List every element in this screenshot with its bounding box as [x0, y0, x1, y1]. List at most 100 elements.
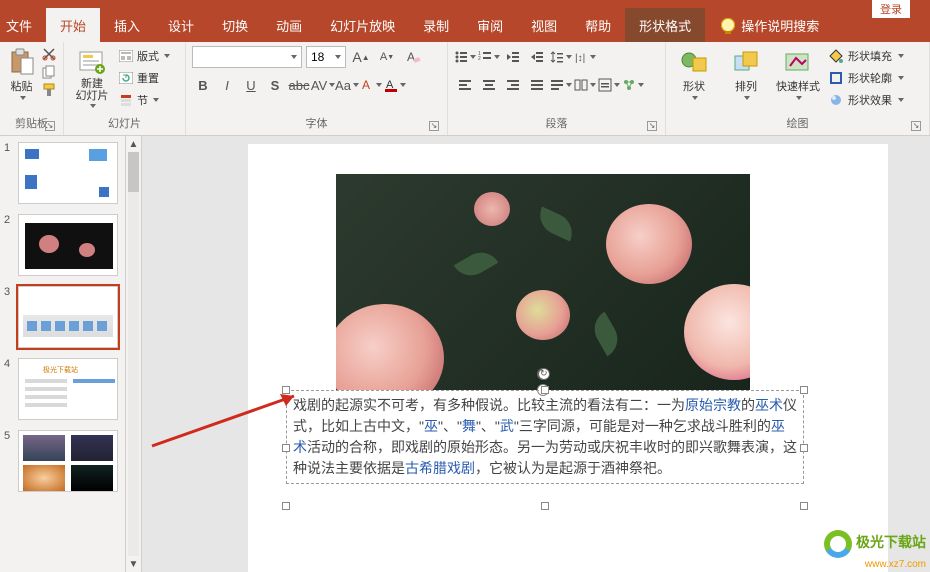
cut-icon[interactable]: [41, 46, 57, 62]
bullets-button[interactable]: [454, 46, 476, 68]
arrange-button[interactable]: 排列: [724, 46, 768, 100]
increase-indent-button[interactable]: [526, 46, 548, 68]
tab-shape-format[interactable]: 形状格式: [625, 8, 705, 42]
dialog-launcher-icon[interactable]: ↘: [429, 121, 439, 131]
format-painter-icon[interactable]: [41, 82, 57, 98]
slide-thumb-3[interactable]: [18, 286, 118, 348]
slide-canvas[interactable]: 戏剧的起源实不可考，有多种假说。比较主流的看法有二：一为原始宗教的巫术仪式，比如…: [142, 136, 930, 572]
slide-thumb-4[interactable]: 极光下载站: [18, 358, 118, 420]
slide-thumb-5[interactable]: [18, 430, 118, 492]
char-spacing-button[interactable]: AV: [312, 74, 334, 96]
decrease-font-icon[interactable]: A▼: [376, 46, 398, 68]
section-button[interactable]: 节: [118, 90, 170, 110]
link-wushu[interactable]: 巫术: [755, 397, 783, 413]
shape-fill-button[interactable]: 形状填充: [828, 46, 904, 66]
increase-font-icon[interactable]: A▲: [350, 46, 372, 68]
reset-button[interactable]: 重置: [118, 68, 170, 88]
tab-design[interactable]: 设计: [154, 8, 208, 42]
shape-effects-button[interactable]: 形状效果: [828, 90, 904, 110]
slide[interactable]: 戏剧的起源实不可考，有多种假说。比较主流的看法有二：一为原始宗教的巫术仪式，比如…: [248, 144, 888, 572]
resize-handle[interactable]: [282, 502, 290, 510]
dialog-launcher-icon[interactable]: ↘: [647, 121, 657, 131]
align-left-button[interactable]: [454, 74, 476, 96]
resize-handle[interactable]: [541, 386, 549, 394]
thumb-number: 4: [4, 358, 14, 420]
tab-insert[interactable]: 插入: [100, 8, 154, 42]
link-wu-martial[interactable]: 武: [500, 418, 514, 434]
font-name-combo[interactable]: [192, 46, 302, 68]
login-button[interactable]: 登录: [872, 0, 910, 18]
group-label-paragraph: 段落↘: [454, 113, 659, 133]
text-box[interactable]: 戏剧的起源实不可考，有多种假说。比较主流的看法有二：一为原始宗教的巫术仪式，比如…: [286, 390, 804, 484]
tell-me-search[interactable]: 操作说明搜索: [711, 8, 829, 42]
underline-button[interactable]: U: [240, 74, 262, 96]
justify-button[interactable]: [526, 74, 548, 96]
slide-image[interactable]: [336, 174, 750, 390]
dialog-launcher-icon[interactable]: ↘: [45, 121, 55, 131]
strike-button[interactable]: abc: [288, 74, 310, 96]
tab-review[interactable]: 审阅: [463, 8, 517, 42]
link-wu-dance[interactable]: 舞: [462, 418, 476, 434]
highlight-button[interactable]: A: [360, 74, 382, 96]
numbering-button[interactable]: 12: [478, 46, 500, 68]
effects-icon: [828, 92, 844, 108]
columns-button[interactable]: [574, 74, 596, 96]
tab-home[interactable]: 开始: [46, 8, 100, 42]
thumbnail-scrollbar[interactable]: ▲ ▼: [126, 136, 142, 572]
resize-handle[interactable]: [800, 502, 808, 510]
tab-animations[interactable]: 动画: [262, 8, 316, 42]
tab-file[interactable]: 文件: [0, 8, 46, 42]
font-size-combo[interactable]: 18: [306, 46, 346, 68]
slide-thumb-1[interactable]: [18, 142, 118, 204]
link-guxila[interactable]: 古希腊戏剧: [405, 460, 475, 476]
fill-icon: [828, 48, 844, 64]
align-right-button[interactable]: [502, 74, 524, 96]
bold-button[interactable]: B: [192, 74, 214, 96]
scroll-down-icon[interactable]: ▼: [126, 556, 141, 572]
tab-record[interactable]: 录制: [409, 8, 463, 42]
paste-label: 粘贴: [11, 78, 33, 94]
copy-icon[interactable]: [41, 64, 57, 80]
distribute-button[interactable]: [550, 74, 572, 96]
resize-handle[interactable]: [800, 386, 808, 394]
resize-handle[interactable]: [800, 444, 808, 452]
svg-text:|↕|: |↕|: [575, 53, 585, 64]
resize-handle[interactable]: [282, 444, 290, 452]
paste-button[interactable]: 粘贴: [6, 46, 37, 100]
link-yuanshizongjiao[interactable]: 原始宗教: [685, 397, 741, 413]
change-case-button[interactable]: Aa: [336, 74, 358, 96]
shadow-button[interactable]: S: [264, 74, 286, 96]
svg-text:A: A: [407, 50, 415, 64]
quick-styles-button[interactable]: 快速样式: [776, 46, 820, 100]
shapes-button[interactable]: 形状: [672, 46, 716, 100]
line-spacing-button[interactable]: [550, 46, 572, 68]
tab-view[interactable]: 视图: [517, 8, 571, 42]
tab-help[interactable]: 帮助: [571, 8, 625, 42]
resize-handle[interactable]: [541, 502, 549, 510]
title-bar: [0, 0, 930, 8]
clear-format-icon[interactable]: A: [402, 46, 424, 68]
resize-handle[interactable]: [282, 386, 290, 394]
align-text-button[interactable]: [598, 74, 620, 96]
new-slide-button[interactable]: 新建 幻灯片: [70, 46, 114, 108]
slide-thumbnails-panel[interactable]: 1 2 3 4 极光下载站 5: [0, 136, 126, 572]
shape-outline-button[interactable]: 形状轮廓: [828, 68, 904, 88]
dialog-launcher-icon[interactable]: ↘: [911, 121, 921, 131]
outline-icon: [828, 70, 844, 86]
thumb-number: 5: [4, 430, 14, 492]
align-center-button[interactable]: [478, 74, 500, 96]
italic-button[interactable]: I: [216, 74, 238, 96]
scroll-up-icon[interactable]: ▲: [126, 136, 141, 152]
slide-thumb-2[interactable]: [18, 214, 118, 276]
thumb-number: 2: [4, 214, 14, 276]
link-wu[interactable]: 巫: [424, 418, 438, 434]
text-direction-button[interactable]: |↕|: [574, 46, 596, 68]
layout-button[interactable]: 版式: [118, 46, 170, 66]
smartart-button[interactable]: [622, 74, 644, 96]
tab-slideshow[interactable]: 幻灯片放映: [316, 8, 409, 42]
new-slide-icon: [78, 48, 106, 76]
decrease-indent-button[interactable]: [502, 46, 524, 68]
font-color-button[interactable]: A: [384, 74, 406, 96]
rotate-handle-icon[interactable]: [538, 368, 550, 380]
tab-transitions[interactable]: 切换: [208, 8, 262, 42]
